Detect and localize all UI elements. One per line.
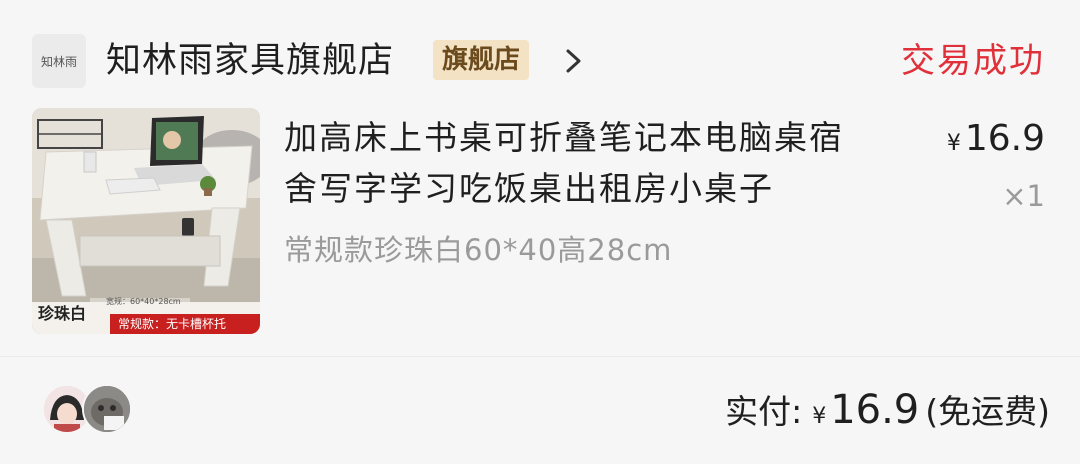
currency-symbol: ¥ <box>946 131 961 156</box>
paid-amount: 16.9 <box>830 387 920 433</box>
order-header: 知林雨 知林雨家具旗舰店 旗舰店 交易成功 <box>0 0 1080 100</box>
shop-logo-text: 知林雨 <box>40 54 77 69</box>
flagship-badge: 旗舰店 <box>433 40 530 80</box>
thumb-size-note: 宽规：60*40*28cm <box>106 297 181 306</box>
item-quantity: ×1 <box>1002 179 1045 213</box>
product-sku: 常规款珍珠白60*40高28cm <box>284 233 673 267</box>
shop-name[interactable]: 知林雨家具旗舰店 <box>106 38 394 84</box>
product-title-line: 舍写字学习吃饭桌出租房小桌子 <box>284 169 774 208</box>
chevron-right-icon[interactable] <box>563 45 585 77</box>
product-title-line: 加高床上书桌可折叠笔记本电脑桌宿 <box>284 118 844 157</box>
paid-summary: 实付: ¥16.9 (免运费) <box>725 385 1050 442</box>
thumb-variant-tag: 常规款：无卡槽杯托 <box>118 317 227 331</box>
product-thumbnail[interactable]: 宽规：60*40*28cm 珍珠白 常规款：无卡槽杯托 <box>32 108 260 334</box>
shipping-note: (免运费) <box>925 392 1050 431</box>
thumb-color-label: 珍珠白 <box>38 304 87 323</box>
paid-label: 实付: <box>725 392 803 431</box>
currency-symbol: ¥ <box>812 404 827 429</box>
divider <box>0 356 1080 357</box>
price-value: 16.9 <box>964 118 1045 159</box>
order-status: 交易成功 <box>901 41 1045 81</box>
product-title[interactable]: 加高床上书桌可折叠笔记本电脑桌宿 舍写字学习吃饭桌出租房小桌子 <box>284 112 924 214</box>
item-price: ¥16.9 <box>947 116 1045 167</box>
shop-logo[interactable]: 知林雨 <box>32 34 86 88</box>
avatar[interactable] <box>82 384 132 434</box>
